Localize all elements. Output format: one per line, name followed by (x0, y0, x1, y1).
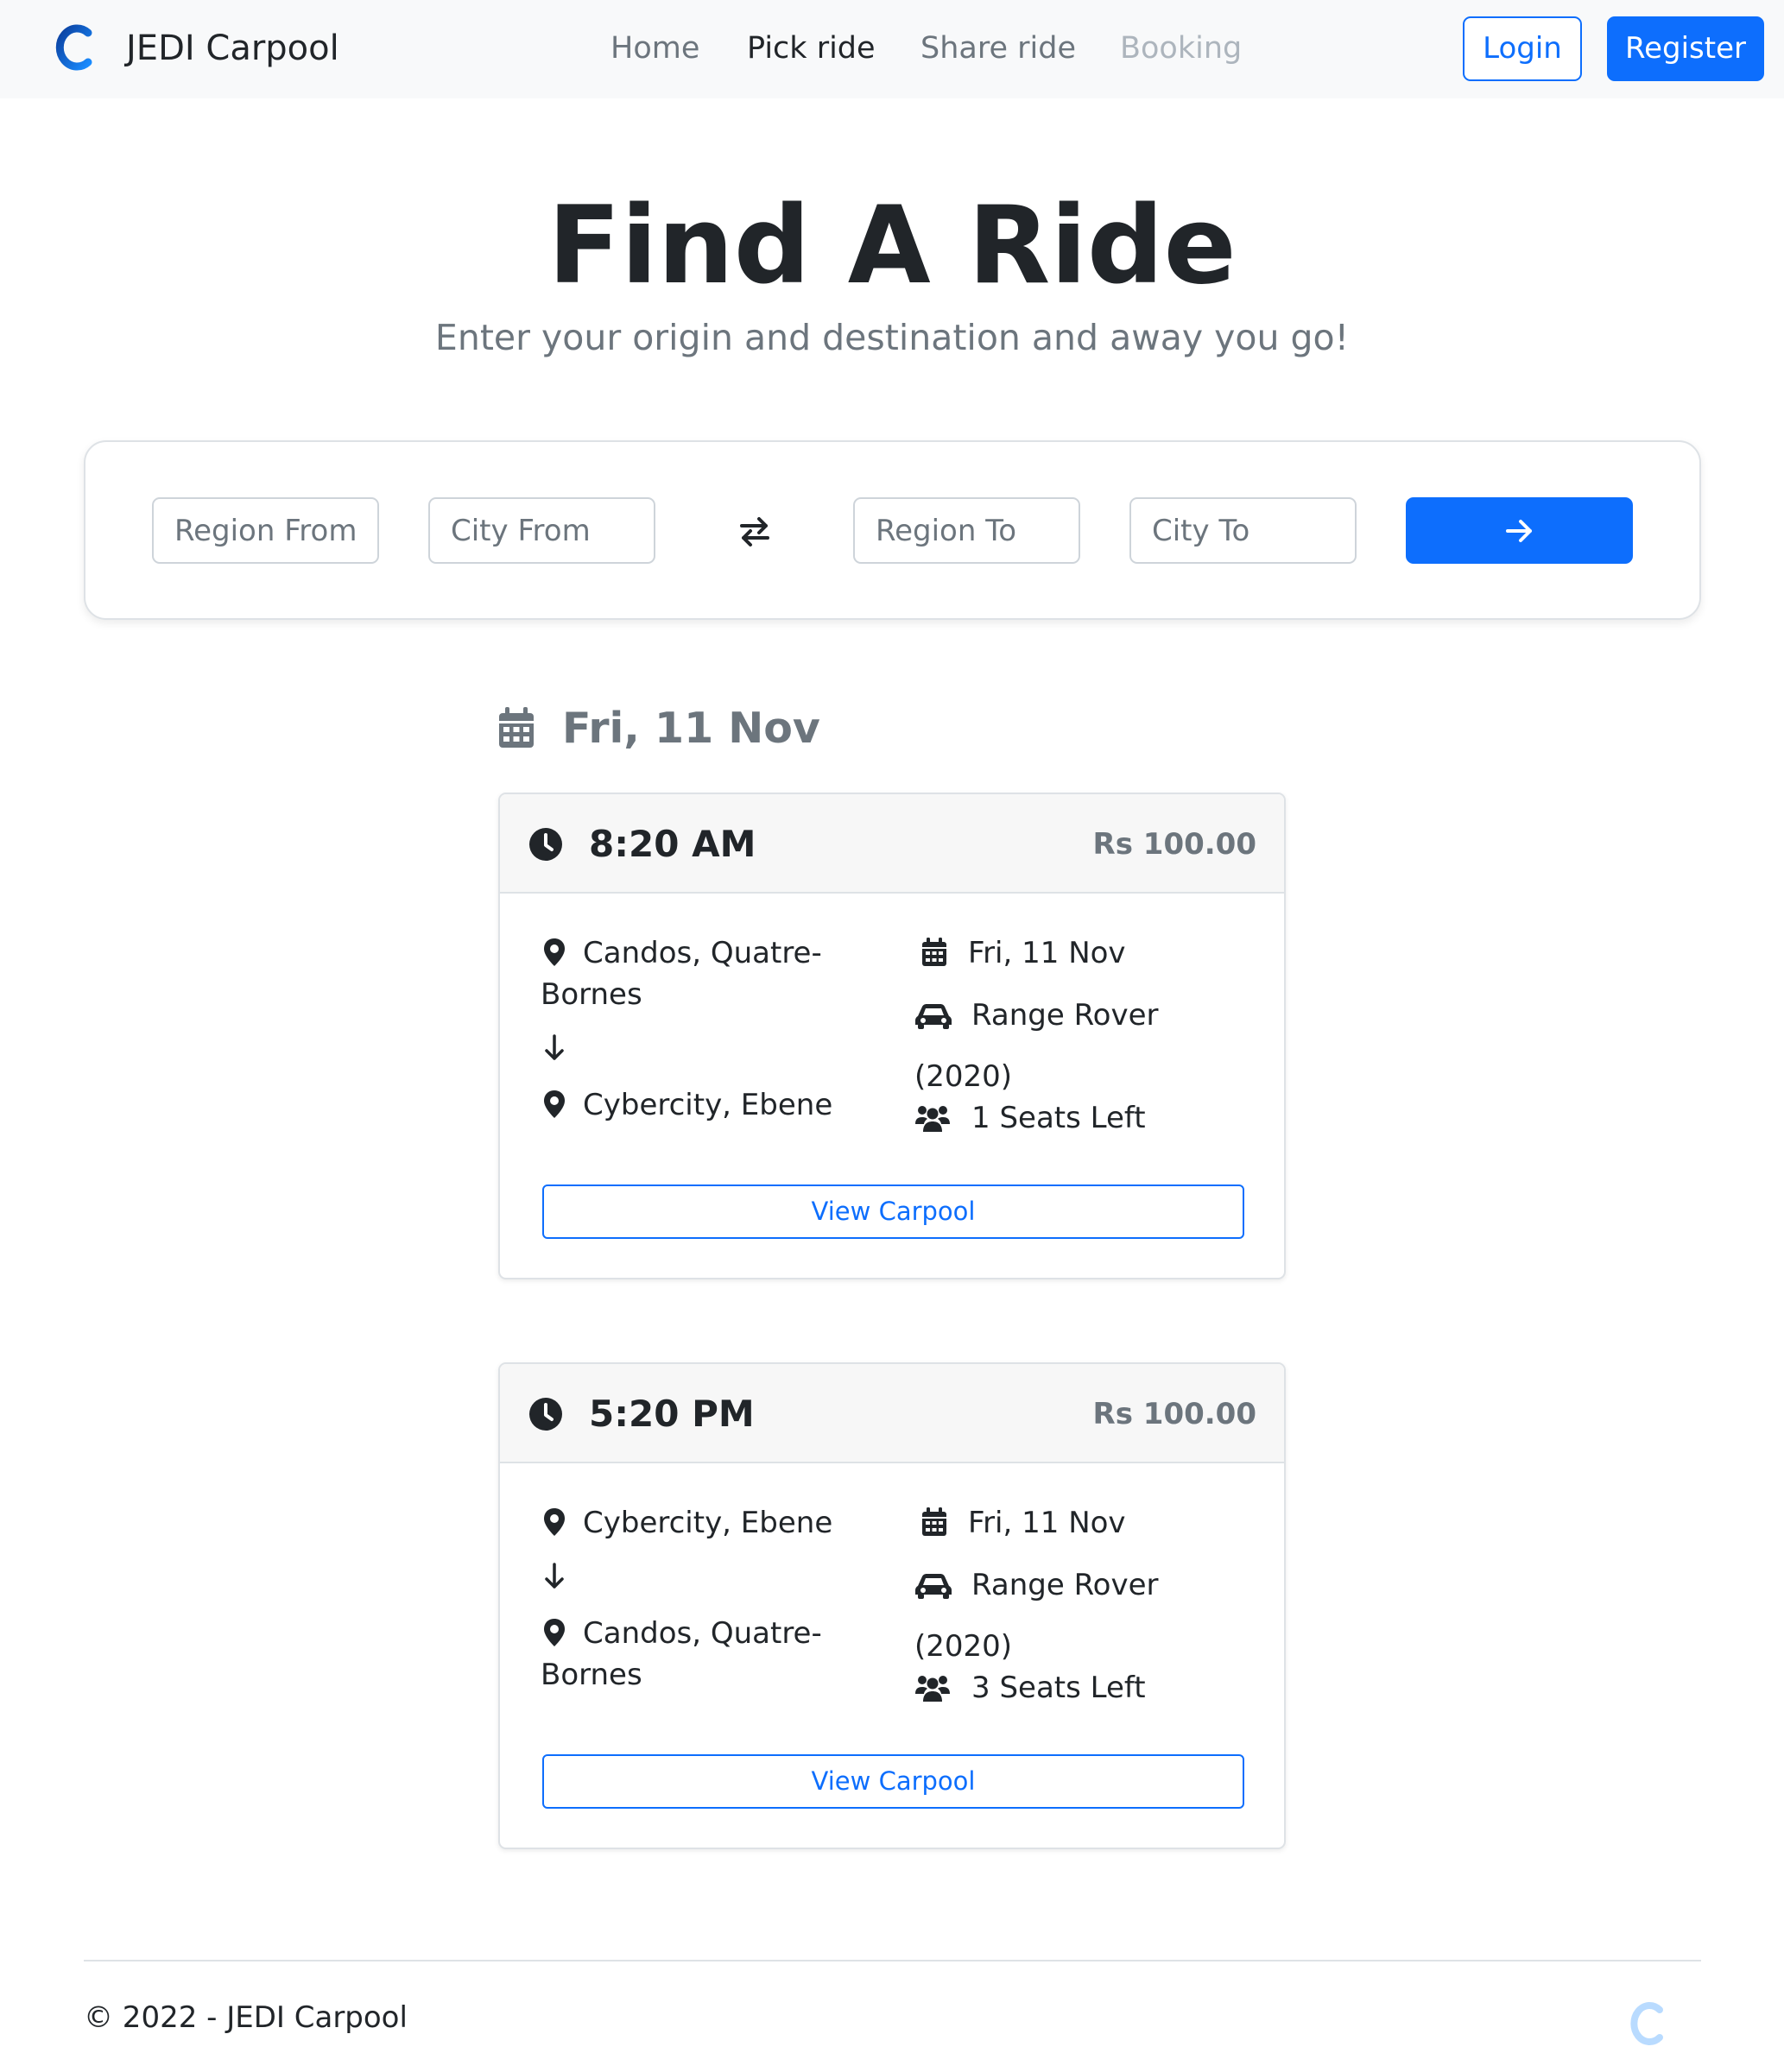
view-carpool-button[interactable]: View Carpool (542, 1754, 1244, 1809)
ride-date-text: Fri, 11 Nov (968, 1506, 1126, 1540)
ride-info-column: Fri, 11 Nov Range Rover (2020) 3 Seats L… (914, 1502, 1260, 1709)
origin-text-line1: Candos, Quatre- (583, 936, 822, 970)
calendar-icon (499, 707, 534, 748)
clock-icon (529, 1398, 562, 1431)
origin-location: Cybercity, Ebene (541, 1502, 886, 1544)
origin-text: Cybercity, Ebene (583, 1506, 833, 1540)
brand-name[interactable]: JEDI Carpool (126, 26, 339, 71)
destination-location: Cybercity, Ebene (541, 1084, 886, 1126)
car-icon (915, 1574, 952, 1599)
ride-seats: 3 Seats Left (914, 1667, 1260, 1709)
arrow-down-icon (545, 1034, 564, 1060)
swap-arrows-icon (740, 517, 769, 546)
car-year-text: (2020) (914, 1059, 1013, 1094)
city-from-input[interactable] (428, 497, 655, 564)
region-to-input[interactable] (853, 497, 1080, 564)
ride-info-column: Fri, 11 Nov Range Rover (2020) 1 Seats L… (914, 932, 1260, 1139)
arrow-down-icon (545, 1563, 564, 1589)
footer-divider (84, 1960, 1701, 1961)
ride-card: 5:20 PM Rs 100.00 Cybercity, Ebene Cando… (498, 1362, 1286, 1849)
footer-copyright: © 2022 - JEDI Carpool (84, 2000, 408, 2035)
nav-pick-ride[interactable]: Pick ride (747, 28, 876, 69)
swap-button[interactable] (731, 508, 779, 556)
map-pin-icon (544, 1090, 565, 1118)
ride-car: Range Rover (914, 995, 1260, 1036)
search-submit-button[interactable] (1406, 497, 1633, 564)
ride-date: Fri, 11 Nov (914, 932, 1260, 974)
arrow-right-icon (1505, 519, 1532, 542)
ride-date: Fri, 11 Nov (914, 1502, 1260, 1544)
car-year-text: (2020) (914, 1629, 1013, 1664)
ride-time: 5:20 PM (589, 1393, 755, 1435)
footer-logo-icon (1630, 2002, 1663, 2045)
ride-car: Range Rover (914, 1564, 1260, 1606)
ride-time: 8:20 AM (589, 823, 756, 865)
clock-icon (529, 828, 562, 861)
ride-seats: 1 Seats Left (914, 1097, 1260, 1139)
calendar-icon (922, 1507, 946, 1536)
users-icon (915, 1106, 950, 1132)
origin-location: Candos, Quatre- Bornes (541, 932, 886, 1015)
map-pin-icon (544, 938, 565, 966)
ride-price: Rs 100.00 (1092, 1397, 1256, 1431)
destination-text-line1: Candos, Quatre- (583, 1616, 822, 1651)
destination-text: Cybercity, Ebene (583, 1088, 833, 1122)
ride-price: Rs 100.00 (1092, 827, 1256, 862)
navbar: JEDI Carpool Home Pick ride Share ride B… (0, 0, 1784, 98)
page-subtitle: Enter your origin and destination and aw… (434, 317, 1350, 358)
ride-card-header: 5:20 PM Rs 100.00 (500, 1364, 1284, 1463)
route-column: Candos, Quatre- Bornes Cybercity, Ebene (541, 932, 886, 1126)
users-icon (915, 1676, 950, 1702)
region-from-input[interactable] (152, 497, 379, 564)
register-button[interactable]: Register (1607, 16, 1764, 81)
nav-booking: Booking (1120, 31, 1243, 66)
car-model-text: Range Rover (971, 998, 1159, 1033)
car-icon (915, 1004, 952, 1029)
destination-text-line2: Bornes (541, 1658, 642, 1692)
calendar-icon (922, 938, 946, 966)
nav-home[interactable]: Home (610, 28, 699, 69)
origin-text-line2: Bornes (541, 977, 642, 1012)
seats-left-text: 1 Seats Left (971, 1101, 1146, 1135)
ride-date-text: Fri, 11 Nov (968, 936, 1126, 970)
map-pin-icon (544, 1508, 565, 1536)
city-to-input[interactable] (1129, 497, 1357, 564)
date-heading: Fri, 11 Nov (562, 704, 820, 753)
login-button[interactable]: Login (1463, 16, 1582, 81)
brand-logo-icon[interactable] (52, 22, 95, 73)
nav-share-ride[interactable]: Share ride (920, 28, 1076, 69)
destination-location: Candos, Quatre- Bornes (541, 1613, 886, 1696)
map-pin-icon (544, 1619, 565, 1646)
ride-card: 8:20 AM Rs 100.00 Candos, Quatre- Bornes… (498, 793, 1286, 1279)
car-model-text: Range Rover (971, 1568, 1159, 1602)
seats-left-text: 3 Seats Left (971, 1671, 1146, 1705)
view-carpool-button[interactable]: View Carpool (542, 1184, 1244, 1239)
ride-card-header: 8:20 AM Rs 100.00 (500, 794, 1284, 894)
route-column: Cybercity, Ebene Candos, Quatre- Bornes (541, 1502, 886, 1696)
page-title: Find A Ride (547, 184, 1237, 308)
